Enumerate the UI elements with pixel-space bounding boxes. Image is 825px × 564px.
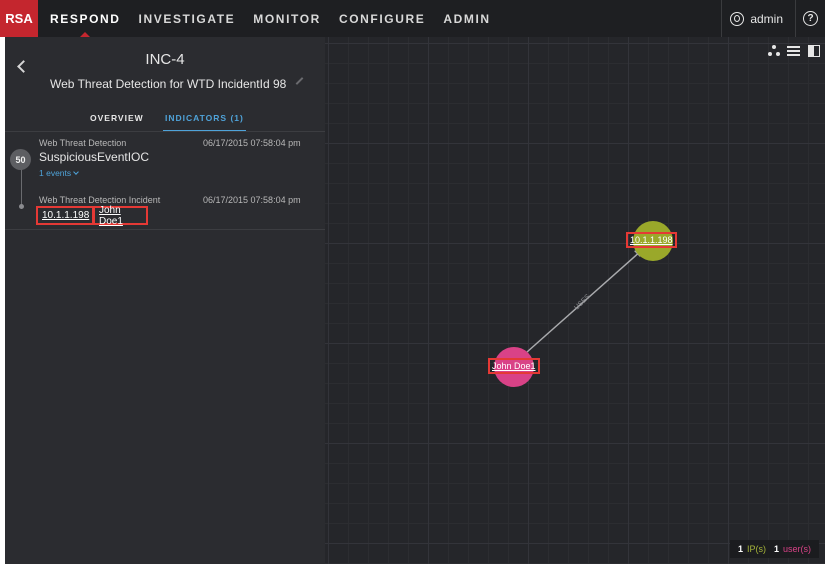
- chevron-down-icon: [73, 169, 79, 175]
- nav-monitor[interactable]: MONITOR: [253, 0, 321, 37]
- nav-respond[interactable]: RESPOND: [50, 0, 121, 37]
- tab-divider: [5, 131, 325, 132]
- user-icon: [730, 11, 745, 26]
- user-count: 1: [773, 544, 779, 554]
- username: admin: [750, 11, 783, 26]
- ip-legend-label: IP(s): [746, 544, 766, 554]
- panel-toggle-icon[interactable]: [808, 45, 820, 57]
- user-legend-label: user(s): [782, 544, 811, 554]
- indicator-source: Web Threat Detection: [39, 138, 127, 148]
- indicator-date: 06/17/2015 07:58:04 pm: [203, 138, 301, 148]
- incident-panel: INC-4 Web Threat Detection for WTD Incid…: [5, 37, 325, 564]
- rsa-logo: RSA: [0, 0, 38, 37]
- graph-toolbar: [768, 45, 820, 57]
- incident-title: Web Threat Detection for WTD IncidentId …: [50, 77, 287, 91]
- node-user-label[interactable]: John Doe1: [488, 358, 540, 374]
- help-button[interactable]: ?: [795, 0, 825, 37]
- event-divider: [5, 229, 325, 230]
- node-ip-label[interactable]: 10.1.1.198: [626, 232, 677, 248]
- entity-ip-link[interactable]: 10.1.1.198: [36, 206, 94, 225]
- risk-score-badge: 50: [10, 149, 31, 170]
- timeline-dot: [19, 204, 24, 209]
- incident-tabs: OVERVIEW INDICATORS (1): [5, 113, 325, 132]
- entity-user-link[interactable]: John Doe1: [93, 205, 148, 227]
- graph-legend: 1 IP(s) 1 user(s): [729, 540, 819, 558]
- events-count: 1 events: [39, 168, 72, 178]
- nodal-graph[interactable]: USES 10.1.1.198 John Doe1 1 IP(s) 1 user…: [325, 37, 825, 564]
- edit-pencil-icon[interactable]: [295, 77, 304, 85]
- event-source: Web Threat Detection Incident: [39, 195, 161, 205]
- graph-canvas: [494, 221, 673, 387]
- nav-admin[interactable]: ADMIN: [443, 0, 490, 37]
- indicator-name[interactable]: SuspiciousEventIOC: [39, 150, 149, 164]
- top-navigation-bar: RSA RESPOND INVESTIGATE MONITOR CONFIGUR…: [0, 0, 825, 37]
- nav-configure[interactable]: CONFIGURE: [339, 0, 425, 37]
- user-menu[interactable]: admin: [721, 0, 795, 37]
- tab-overview[interactable]: OVERVIEW: [90, 113, 144, 129]
- ip-count: 1: [737, 544, 743, 554]
- help-icon: ?: [803, 11, 818, 26]
- nav-investigate[interactable]: INVESTIGATE: [139, 0, 236, 37]
- list-view-icon[interactable]: [787, 45, 800, 57]
- incident-id: INC-4: [145, 51, 185, 68]
- events-toggle[interactable]: 1 events: [39, 168, 79, 178]
- tab-indicators[interactable]: INDICATORS (1): [163, 113, 246, 132]
- event-date: 06/17/2015 07:58:04 pm: [203, 195, 301, 205]
- nav-right-area: admin ?: [721, 0, 825, 37]
- network-view-icon[interactable]: [768, 45, 780, 57]
